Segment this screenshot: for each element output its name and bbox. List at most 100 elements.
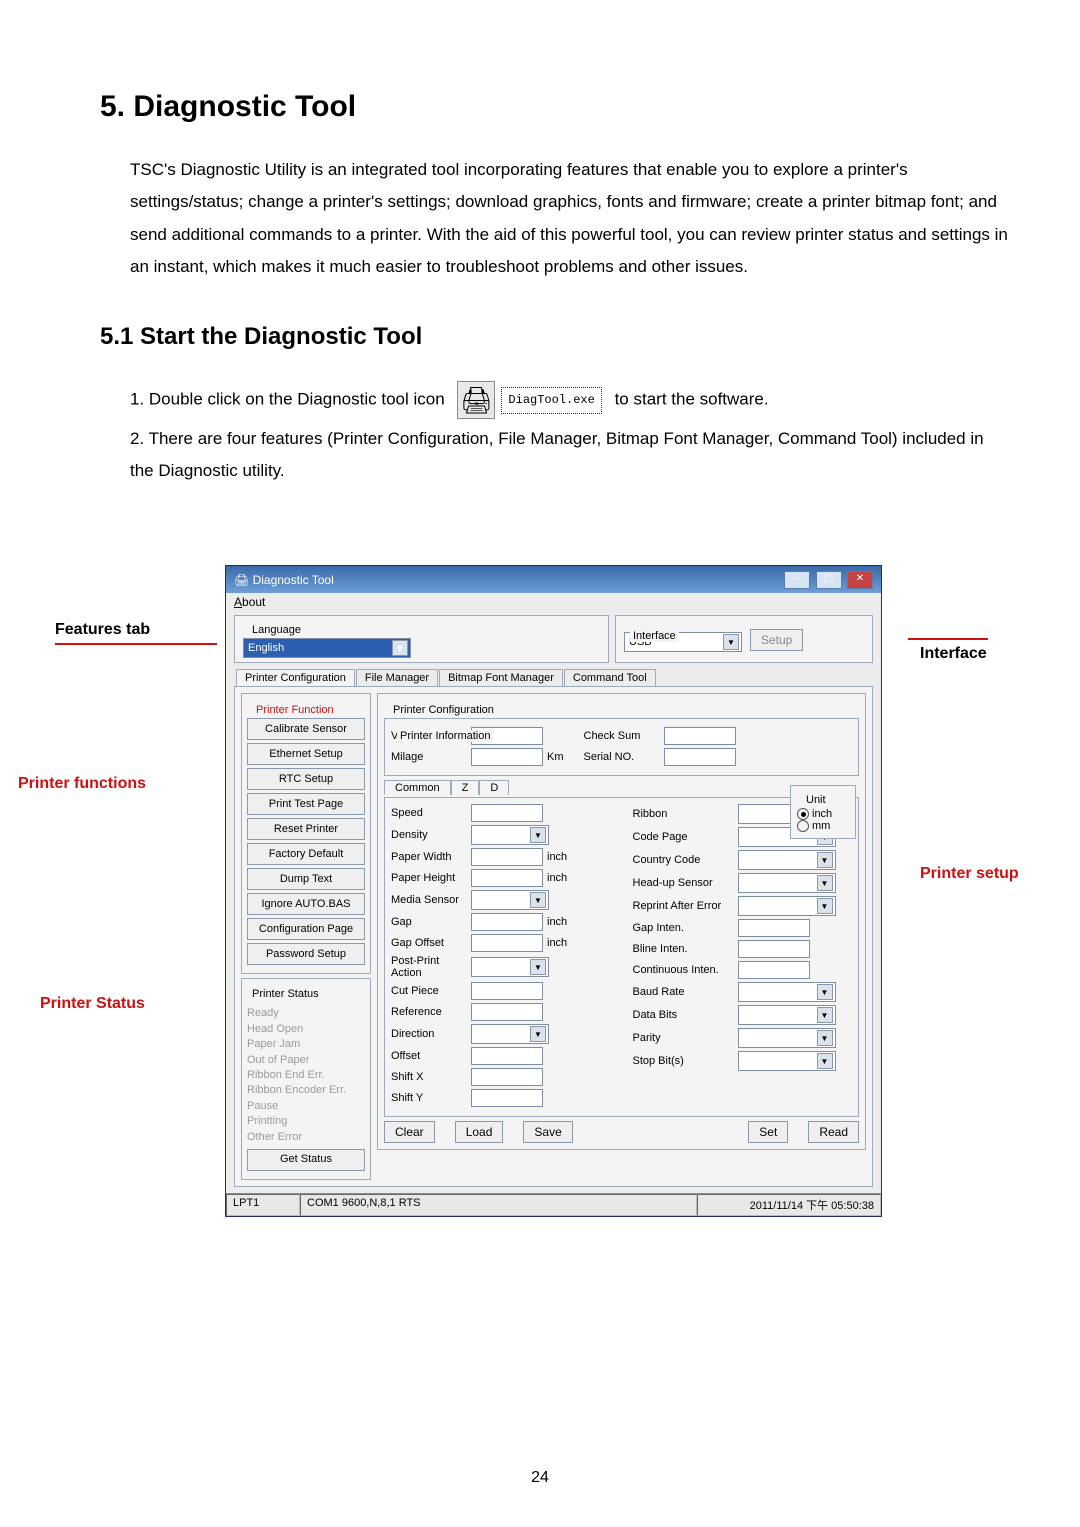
window-statusbar: LPT1 COM1 9600,N,8,1 RTS 2011/11/14 下午 0… (226, 1193, 881, 1216)
field-select[interactable]: ▼ (471, 825, 549, 845)
field-input[interactable] (738, 961, 810, 979)
subsection-heading: 5.1 Start the Diagnostic Tool (100, 323, 1010, 351)
setup-gap-offset: Gap Offsetinch (391, 934, 611, 952)
setup-post-print-action: Post-Print Action▼ (391, 955, 611, 979)
setup-reprint-after-error: Reprint After Error▼ (633, 896, 853, 916)
menubar[interactable]: About (226, 593, 881, 611)
field-input[interactable] (471, 1068, 543, 1086)
fn-reset-printer[interactable]: Reset Printer (247, 818, 365, 840)
field-input[interactable] (471, 1089, 543, 1107)
setup-paper-width: Paper Widthinch (391, 848, 611, 866)
subtab-z[interactable]: Z (451, 780, 480, 795)
milage-field[interactable] (471, 748, 543, 766)
setup-media-sensor: Media Sensor▼ (391, 890, 611, 910)
setup-bline-inten-: Bline Inten. (633, 940, 853, 958)
save-button[interactable]: Save (523, 1121, 572, 1143)
field-select[interactable]: ▼ (471, 1024, 549, 1044)
printer-configuration-group: Printer Configuration Printer Informatio… (377, 693, 866, 1150)
setup-cut-piece: Cut Piece (391, 982, 611, 1000)
setup-continuous-inten-: Continuous Inten. (633, 961, 853, 979)
interface-setup-button[interactable]: Setup (750, 629, 803, 651)
field-input[interactable] (471, 934, 543, 952)
serialno-field[interactable] (664, 748, 736, 766)
intro-paragraph: TSC's Diagnostic Utility is an integrate… (130, 154, 1010, 283)
window-titlebar: 🖨 Diagnostic Tool ‒ ▢ ✕ (226, 566, 881, 593)
setup-shift-x: Shift X (391, 1068, 611, 1086)
setup-offset: Offset (391, 1047, 611, 1065)
fn-dump-text[interactable]: Dump Text (247, 868, 365, 890)
tab-command-tool[interactable]: Command Tool (564, 669, 656, 686)
fn-rtc-setup[interactable]: RTC Setup (247, 768, 365, 790)
unit-inch-radio[interactable]: inch (797, 808, 849, 820)
field-input[interactable] (471, 804, 543, 822)
tab-printer-configuration[interactable]: Printer Configuration (236, 669, 355, 686)
field-select[interactable]: ▼ (738, 1051, 836, 1071)
callout-features-tab: Features tab (55, 621, 150, 639)
field-select[interactable]: ▼ (738, 1028, 836, 1048)
unit-mm-radio[interactable]: mm (797, 820, 849, 832)
clear-button[interactable]: Clear (384, 1121, 435, 1143)
setup-left-column: Speed Density▼ Paper Widthinch Paper Height… (391, 804, 611, 1110)
field-select[interactable]: ▼ (738, 873, 836, 893)
diagtool-filename: DiagTool.exe (501, 387, 601, 414)
fn-ethernet-setup[interactable]: Ethernet Setup (247, 743, 365, 765)
field-input[interactable] (471, 1047, 543, 1065)
chevron-down-icon: ▼ (392, 640, 408, 656)
field-select[interactable]: ▼ (738, 982, 836, 1002)
setup-paper-height: Paper Heightinch (391, 869, 611, 887)
field-input[interactable] (471, 982, 543, 1000)
callout-printer-functions: Printer functions (18, 775, 146, 793)
callout-printer-status: Printer Status (40, 995, 145, 1013)
field-select[interactable]: ▼ (471, 957, 549, 977)
minimize-icon[interactable]: ‒ (784, 571, 810, 589)
field-input[interactable] (471, 869, 543, 887)
field-select[interactable]: ▼ (738, 850, 836, 870)
fn-password-setup[interactable]: Password Setup (247, 943, 365, 965)
language-group: Language English▼ (234, 615, 609, 663)
tab-file-manager[interactable]: File Manager (356, 669, 438, 686)
set-button[interactable]: Set (748, 1121, 788, 1143)
load-button[interactable]: Load (455, 1121, 504, 1143)
callout-interface: Interface (920, 645, 987, 663)
subtab-common[interactable]: Common (384, 780, 451, 795)
setup-head-up-sensor: Head-up Sensor▼ (633, 873, 853, 893)
field-input[interactable] (738, 940, 810, 958)
setup-speed: Speed (391, 804, 611, 822)
close-icon[interactable]: ✕ (847, 571, 873, 589)
field-select[interactable]: ▼ (738, 1005, 836, 1025)
field-input[interactable] (471, 913, 543, 931)
setup-reference: Reference (391, 1003, 611, 1021)
chevron-down-icon: ▼ (723, 634, 739, 650)
setup-density: Density▼ (391, 825, 611, 845)
tab-bitmap-font-manager[interactable]: Bitmap Font Manager (439, 669, 563, 686)
window-controls[interactable]: ‒ ▢ ✕ (782, 570, 873, 589)
fn-ignore-autobas[interactable]: Ignore AUTO.BAS (247, 893, 365, 915)
setup-data-bits: Data Bits▼ (633, 1005, 853, 1025)
setup-parity: Parity▼ (633, 1028, 853, 1048)
printer-status-group: Printer Status Ready Head Open Paper Jam… (241, 978, 371, 1180)
field-input[interactable] (471, 848, 543, 866)
unit-group: Unit inch mm (790, 785, 856, 839)
get-status-button[interactable]: Get Status (247, 1149, 365, 1171)
read-button[interactable]: Read (808, 1121, 859, 1143)
checksum-field[interactable] (664, 727, 736, 745)
setup-direction: Direction▼ (391, 1024, 611, 1044)
setup-right-column: Ribbon▼Code Page▼Country Code▼Head-up Se… (633, 804, 853, 1110)
diagnostic-tool-window: 🖨 Diagnostic Tool ‒ ▢ ✕ About Language E… (225, 565, 882, 1217)
step-1: 1. Double click on the Diagnostic tool i… (130, 381, 1010, 419)
field-select[interactable]: ▼ (738, 896, 836, 916)
field-input[interactable] (738, 919, 810, 937)
maximize-icon[interactable]: ▢ (816, 571, 842, 589)
fn-calibrate-sensor[interactable]: Calibrate Sensor (247, 718, 365, 740)
setup-stop-bit-s-: Stop Bit(s)▼ (633, 1051, 853, 1071)
fn-configuration-page[interactable]: Configuration Page (247, 918, 365, 940)
fn-factory-default[interactable]: Factory Default (247, 843, 365, 865)
subtab-d[interactable]: D (479, 780, 509, 795)
language-select[interactable]: English▼ (243, 638, 411, 658)
field-select[interactable]: ▼ (471, 890, 549, 910)
section-heading: 5. Diagnostic Tool (100, 90, 1010, 124)
field-input[interactable] (471, 1003, 543, 1021)
setup-baud-rate: Baud Rate▼ (633, 982, 853, 1002)
fn-print-test-page[interactable]: Print Test Page (247, 793, 365, 815)
printer-function-group: Printer Function Calibrate Sensor Ethern… (241, 693, 371, 974)
